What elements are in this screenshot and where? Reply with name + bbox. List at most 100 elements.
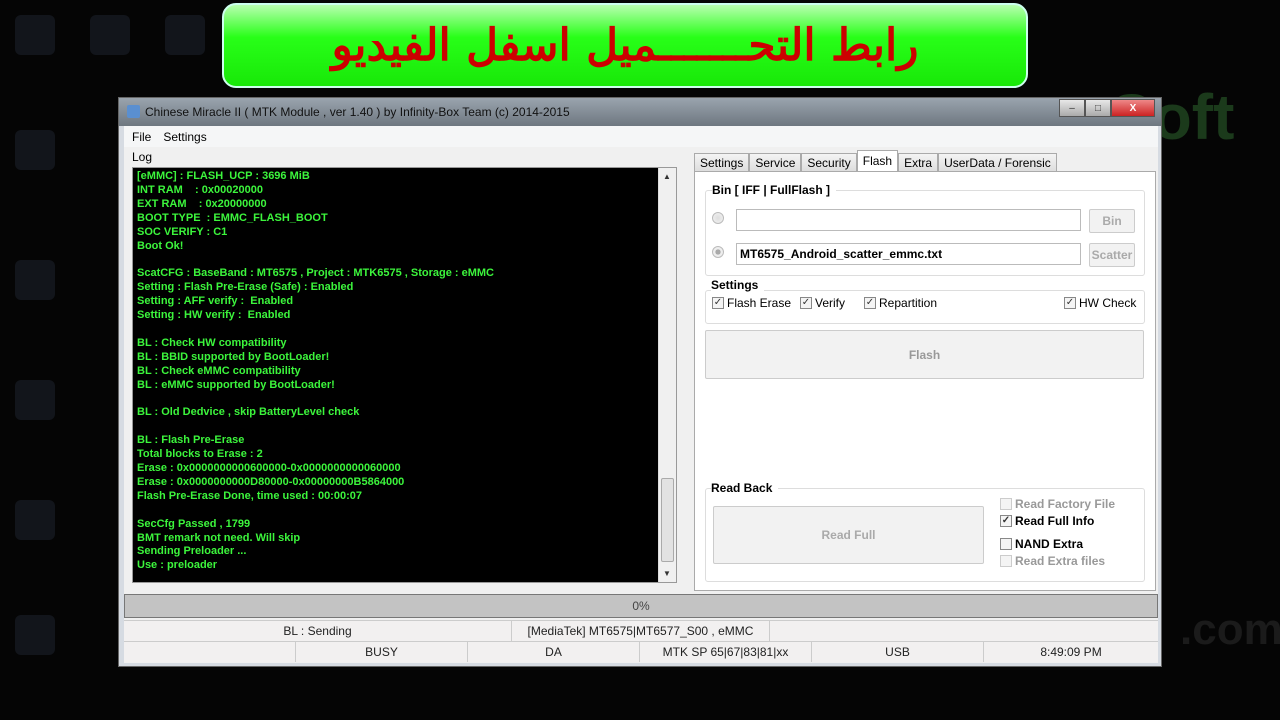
tab-extra[interactable]: Extra <box>898 153 939 172</box>
status-empty <box>124 642 296 662</box>
log-line: BMT remark not need. Will skip <box>137 531 301 544</box>
watermark-domain: .com <box>1180 605 1280 654</box>
log-line: BL : Flash Pre-Erase <box>137 434 245 447</box>
checkbox-label: Read Full Info <box>1015 514 1095 528</box>
checkbox-label: HW Check <box>1079 296 1137 310</box>
log-line: Total blocks to Erase : 2 <box>137 448 263 461</box>
checkbox-box <box>1000 555 1012 567</box>
tab-service[interactable]: Service <box>749 153 802 172</box>
log-label: Log <box>132 150 153 164</box>
menu-settings[interactable]: Settings <box>163 130 206 144</box>
log-text: [eMMC] : FLASH_UCP : 3696 MiB INT RAM : 0… <box>137 170 494 573</box>
desktop-icon[interactable] <box>15 615 55 655</box>
log-line: Erase : 0x0000000000D80000-0x00000000B58… <box>137 475 405 488</box>
read-factory-file-checkbox[interactable]: Read Factory File <box>1000 497 1115 511</box>
tab-bar: Settings Service Security Flash Extra Us… <box>694 150 1057 172</box>
title-bar[interactable]: Chinese Miracle II ( MTK Module , ver 1.… <box>119 98 1161 126</box>
check-icon: ✓ <box>864 297 876 309</box>
desktop-icon[interactable] <box>15 260 55 300</box>
bin-path-input[interactable] <box>736 209 1081 231</box>
verify-checkbox[interactable]: ✓ Verify <box>800 296 845 310</box>
status-bar-1: BL : Sending [MediaTek] MT6575|MT6577_S0… <box>124 620 1158 658</box>
minimize-button[interactable]: ‒ <box>1059 99 1085 117</box>
check-icon: ✓ <box>1064 297 1076 309</box>
read-extra-files-checkbox[interactable]: Read Extra files <box>1000 554 1105 568</box>
bin-button[interactable]: Bin <box>1089 209 1135 233</box>
tab-userdata-forensic[interactable]: UserData / Forensic <box>938 153 1057 172</box>
log-line: INT RAM : 0x00020000 <box>137 183 263 196</box>
log-line: BL : Check eMMC compatibility <box>137 364 301 377</box>
app-window: Chinese Miracle II ( MTK Module , ver 1.… <box>118 97 1162 667</box>
menu-bar: File Settings <box>124 126 1158 147</box>
status-state: BL : Sending <box>124 621 512 641</box>
log-line: EXT RAM : 0x20000000 <box>137 197 267 210</box>
log-console[interactable]: [eMMC] : FLASH_UCP : 3696 MiB INT RAM : 0… <box>132 167 677 583</box>
checkbox-label: Verify <box>815 296 846 310</box>
close-button[interactable]: X <box>1111 99 1155 117</box>
log-line: ScatCFG : BaseBand : MT6575 , Project : … <box>137 267 494 280</box>
settings-group-title: Settings <box>711 278 765 292</box>
checkbox-box <box>1000 498 1012 510</box>
flash-erase-checkbox[interactable]: ✓ Flash Erase <box>712 296 791 310</box>
maximize-button[interactable]: □ <box>1085 99 1111 117</box>
read-full-info-checkbox[interactable]: ✓ Read Full Info <box>1000 514 1094 528</box>
check-icon: ✓ <box>800 297 812 309</box>
nand-extra-checkbox[interactable]: NAND Extra <box>1000 537 1083 551</box>
scatter-radio[interactable] <box>712 246 724 258</box>
status-time: 8:49:09 PM <box>1040 645 1102 659</box>
log-line: Sending Preloader ... <box>137 545 247 558</box>
scatter-path-input[interactable]: MT6575_Android_scatter_emmc.txt <box>736 243 1081 265</box>
flash-panel: Bin [ IFF | FullFlash ] Bin MT6575_Andro… <box>694 171 1156 591</box>
log-line: BL : BBID supported by BootLoader! <box>137 350 330 363</box>
scroll-down-icon[interactable]: ▼ <box>663 569 671 578</box>
checkbox-label: Flash Erase <box>727 296 792 310</box>
desktop-icon[interactable] <box>15 380 55 420</box>
hw-check-checkbox[interactable]: ✓ HW Check <box>1064 296 1136 310</box>
bin-radio[interactable] <box>712 212 724 224</box>
status-device: [MediaTek] MT6575|MT6577_S00 , eMMC HYNI… <box>512 621 770 658</box>
status-busy: BUSY <box>296 642 468 662</box>
log-line: Boot Ok! <box>137 239 184 252</box>
desktop-icon[interactable] <box>90 15 130 55</box>
tab-settings[interactable]: Settings <box>694 153 750 172</box>
log-scrollbar[interactable]: ▲ ▼ <box>658 168 676 582</box>
status-da: DA <box>468 642 640 662</box>
tab-security[interactable]: Security <box>801 153 857 172</box>
download-link-banner: رابط التحـــــــميل اسفل الفيديو <box>222 3 1028 88</box>
banner-text: رابط التحـــــــميل اسفل الفيديو <box>331 20 919 71</box>
log-line: SecCfg Passed , 1799 <box>137 517 251 530</box>
read-full-button[interactable]: Read Full <box>713 506 984 564</box>
checkbox-label: Repartition <box>879 296 938 310</box>
check-icon: ✓ <box>712 297 724 309</box>
log-line: BL : Old Dedvice , skip BatteryLevel che… <box>137 406 360 419</box>
status-bar-2: BUSY DA MTK SP 65|67|83|81|xx USB 8:49:0… <box>124 641 1158 662</box>
app-icon <box>127 105 140 118</box>
progress-bar: 0% <box>124 594 1158 618</box>
log-line: BOOT TYPE : EMMC_FLASH_BOOT <box>137 211 328 224</box>
scroll-thumb[interactable] <box>661 478 674 562</box>
desktop-icon[interactable] <box>165 15 205 55</box>
log-line: Erase : 0x0000000000600000-0x00000000000… <box>137 462 401 475</box>
menu-file[interactable]: File <box>132 130 151 144</box>
desktop-icon[interactable] <box>15 15 55 55</box>
check-icon: ✓ <box>1000 515 1012 527</box>
desktop-icon[interactable] <box>15 130 55 170</box>
log-line: Setting : HW verify : Enabled <box>137 309 291 322</box>
tab-flash[interactable]: Flash <box>856 150 899 171</box>
window-title: Chinese Miracle II ( MTK Module , ver 1.… <box>145 105 570 119</box>
repartition-checkbox[interactable]: ✓ Repartition <box>864 296 937 310</box>
log-line: [eMMC] : FLASH_UCP : 3696 MiB <box>137 170 310 182</box>
log-line: BL : eMMC supported by BootLoader! <box>137 378 335 391</box>
flash-button[interactable]: Flash <box>705 330 1144 379</box>
scatter-button[interactable]: Scatter <box>1089 243 1135 267</box>
bin-group-title: Bin [ IFF | FullFlash ] <box>712 183 837 197</box>
scroll-up-icon[interactable]: ▲ <box>663 172 671 181</box>
checkbox-label: Read Extra files <box>1015 554 1106 568</box>
status-sp: MTK SP 65|67|83|81|xx <box>640 642 812 662</box>
desktop-icon[interactable] <box>15 500 55 540</box>
